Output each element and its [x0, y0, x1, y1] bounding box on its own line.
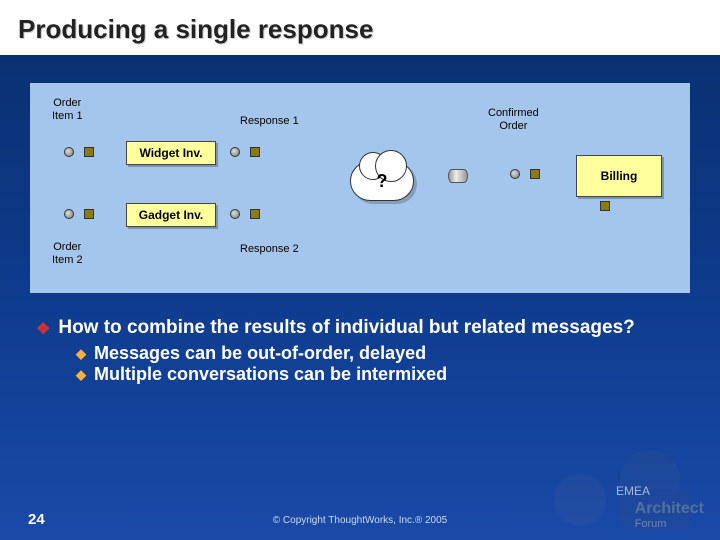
box-billing-label: Billing [601, 169, 638, 183]
message-hatch-icon [84, 209, 94, 219]
box-widget-inv: Widget Inv. [126, 141, 216, 165]
title-bar: Producing a single response [0, 0, 720, 55]
square-bullet-icon: ◆ [76, 346, 86, 364]
channel-dot-icon [64, 209, 74, 219]
message-hatch-icon [600, 201, 610, 211]
channel-dot-icon [510, 169, 520, 179]
copyright-text: © Copyright ThoughtWorks, Inc.® 2005 [0, 515, 720, 526]
bullet-sub2-text: Multiple conversations can be intermixed [94, 364, 447, 385]
message-hatch-icon [84, 147, 94, 157]
channel-dot-icon [230, 209, 240, 219]
cloud-aggregator: ? [350, 161, 414, 201]
bullet-list: ❖ How to combine the results of individu… [36, 317, 684, 385]
cylinder-icon [448, 169, 468, 183]
diagram-panel: Order Item 1 Order Item 2 Response 1 Res… [30, 83, 690, 293]
bullet-main-text: How to combine the results of individual… [58, 317, 634, 339]
square-bullet-icon: ◆ [76, 367, 86, 385]
label-order-item-1: Order Item 1 [52, 97, 83, 122]
aggregator-question: ? [377, 171, 388, 192]
bullet-level-2: ◆ Multiple conversations can be intermix… [76, 364, 684, 385]
label-response-1: Response 1 [240, 115, 299, 128]
bullet-level-2: ◆ Messages can be out-of-order, delayed [76, 343, 684, 364]
label-confirmed-order: Confirmed Order [488, 107, 539, 132]
channel-dot-icon [64, 147, 74, 157]
label-response-2: Response 2 [240, 243, 299, 256]
box-billing: Billing [576, 155, 662, 197]
message-hatch-icon [250, 147, 260, 157]
label-order-item-2: Order Item 2 [52, 241, 83, 266]
channel-dot-icon [230, 147, 240, 157]
bullet-level-1: ❖ How to combine the results of individu… [36, 317, 684, 339]
bullet-sub1-text: Messages can be out-of-order, delayed [94, 343, 426, 364]
box-gadget-inv: Gadget Inv. [126, 203, 216, 227]
box-gadget-inv-label: Gadget Inv. [139, 208, 203, 222]
box-widget-inv-label: Widget Inv. [140, 146, 203, 160]
message-hatch-icon [250, 209, 260, 219]
message-hatch-icon [530, 169, 540, 179]
diamond-bullet-icon: ❖ [36, 319, 50, 339]
slide-title: Producing a single response [18, 14, 702, 45]
region-label: EMEA [616, 484, 650, 498]
